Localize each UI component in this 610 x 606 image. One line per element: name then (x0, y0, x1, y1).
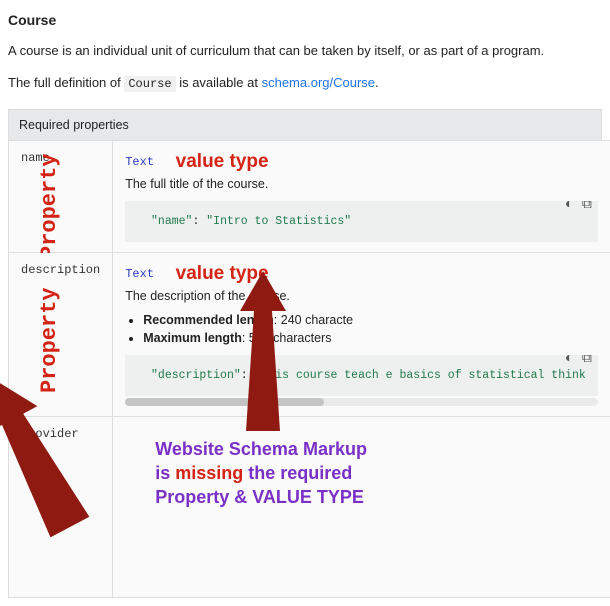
list-item: Maximum length: 500 characters (143, 331, 598, 345)
definition-prefix: The full definition of (8, 75, 124, 90)
theme-icon[interactable]: ◐ (565, 201, 573, 213)
table-row: name Property Text value type The full t… (9, 140, 610, 252)
value-cell-provider: Website Schema Markup is missing the req… (113, 416, 610, 597)
value-description: The full title of the course. (125, 177, 598, 191)
copy-icon[interactable]: ⧉ (582, 201, 592, 213)
page-title: Course (8, 12, 602, 28)
value-description: The description of the course. (125, 289, 598, 303)
horizontal-scrollbar[interactable] (125, 398, 598, 406)
code-value: "Intro to Statistics" (206, 215, 351, 228)
property-name: description (21, 263, 100, 277)
code-value: "This course teach e basics of statistic… (255, 369, 586, 382)
copy-icon[interactable]: ⧉ (582, 355, 592, 367)
annotation-property-label: Property (37, 153, 62, 259)
code-snippet: ◐ ⧉ "description": "This course teach e … (125, 355, 598, 396)
theme-icon[interactable]: ◐ (565, 355, 573, 367)
value-cell-description: Text value type The description of the c… (113, 252, 610, 416)
schema-link[interactable]: schema.org/Course (262, 75, 375, 90)
annotation-value-type: value type (176, 151, 269, 173)
definition-code: Course (124, 76, 175, 92)
property-cell-name: name Property (9, 140, 113, 252)
table-row: provider Website Schema Markup is missin… (9, 416, 610, 597)
properties-table: name Property Text value type The full t… (8, 140, 610, 598)
code-key: "name" (151, 215, 192, 228)
intro-paragraph: A course is an individual unit of curric… (8, 42, 602, 61)
code-sep: : (192, 215, 206, 228)
required-properties-header: Required properties (8, 109, 602, 140)
value-type: Text (125, 267, 154, 281)
value-type: Text (125, 155, 154, 169)
annotation-arrow-icon (228, 271, 298, 431)
definition-mid: is available at (179, 75, 261, 90)
annotation-arrow-icon (0, 367, 100, 537)
constraint-list: Recommended length: 240 characte Maximum… (143, 313, 598, 345)
definition-line: The full definition of Course is availab… (8, 75, 602, 91)
value-cell-name: Text value type The full title of the co… (113, 140, 610, 252)
code-snippet: ◐ ⧉ "name": "Intro to Statistics" (125, 201, 598, 242)
annotation-missing-note: Website Schema Markup is missing the req… (155, 437, 598, 510)
list-item: Recommended length: 240 characte (143, 313, 598, 327)
definition-suffix: . (375, 75, 379, 90)
